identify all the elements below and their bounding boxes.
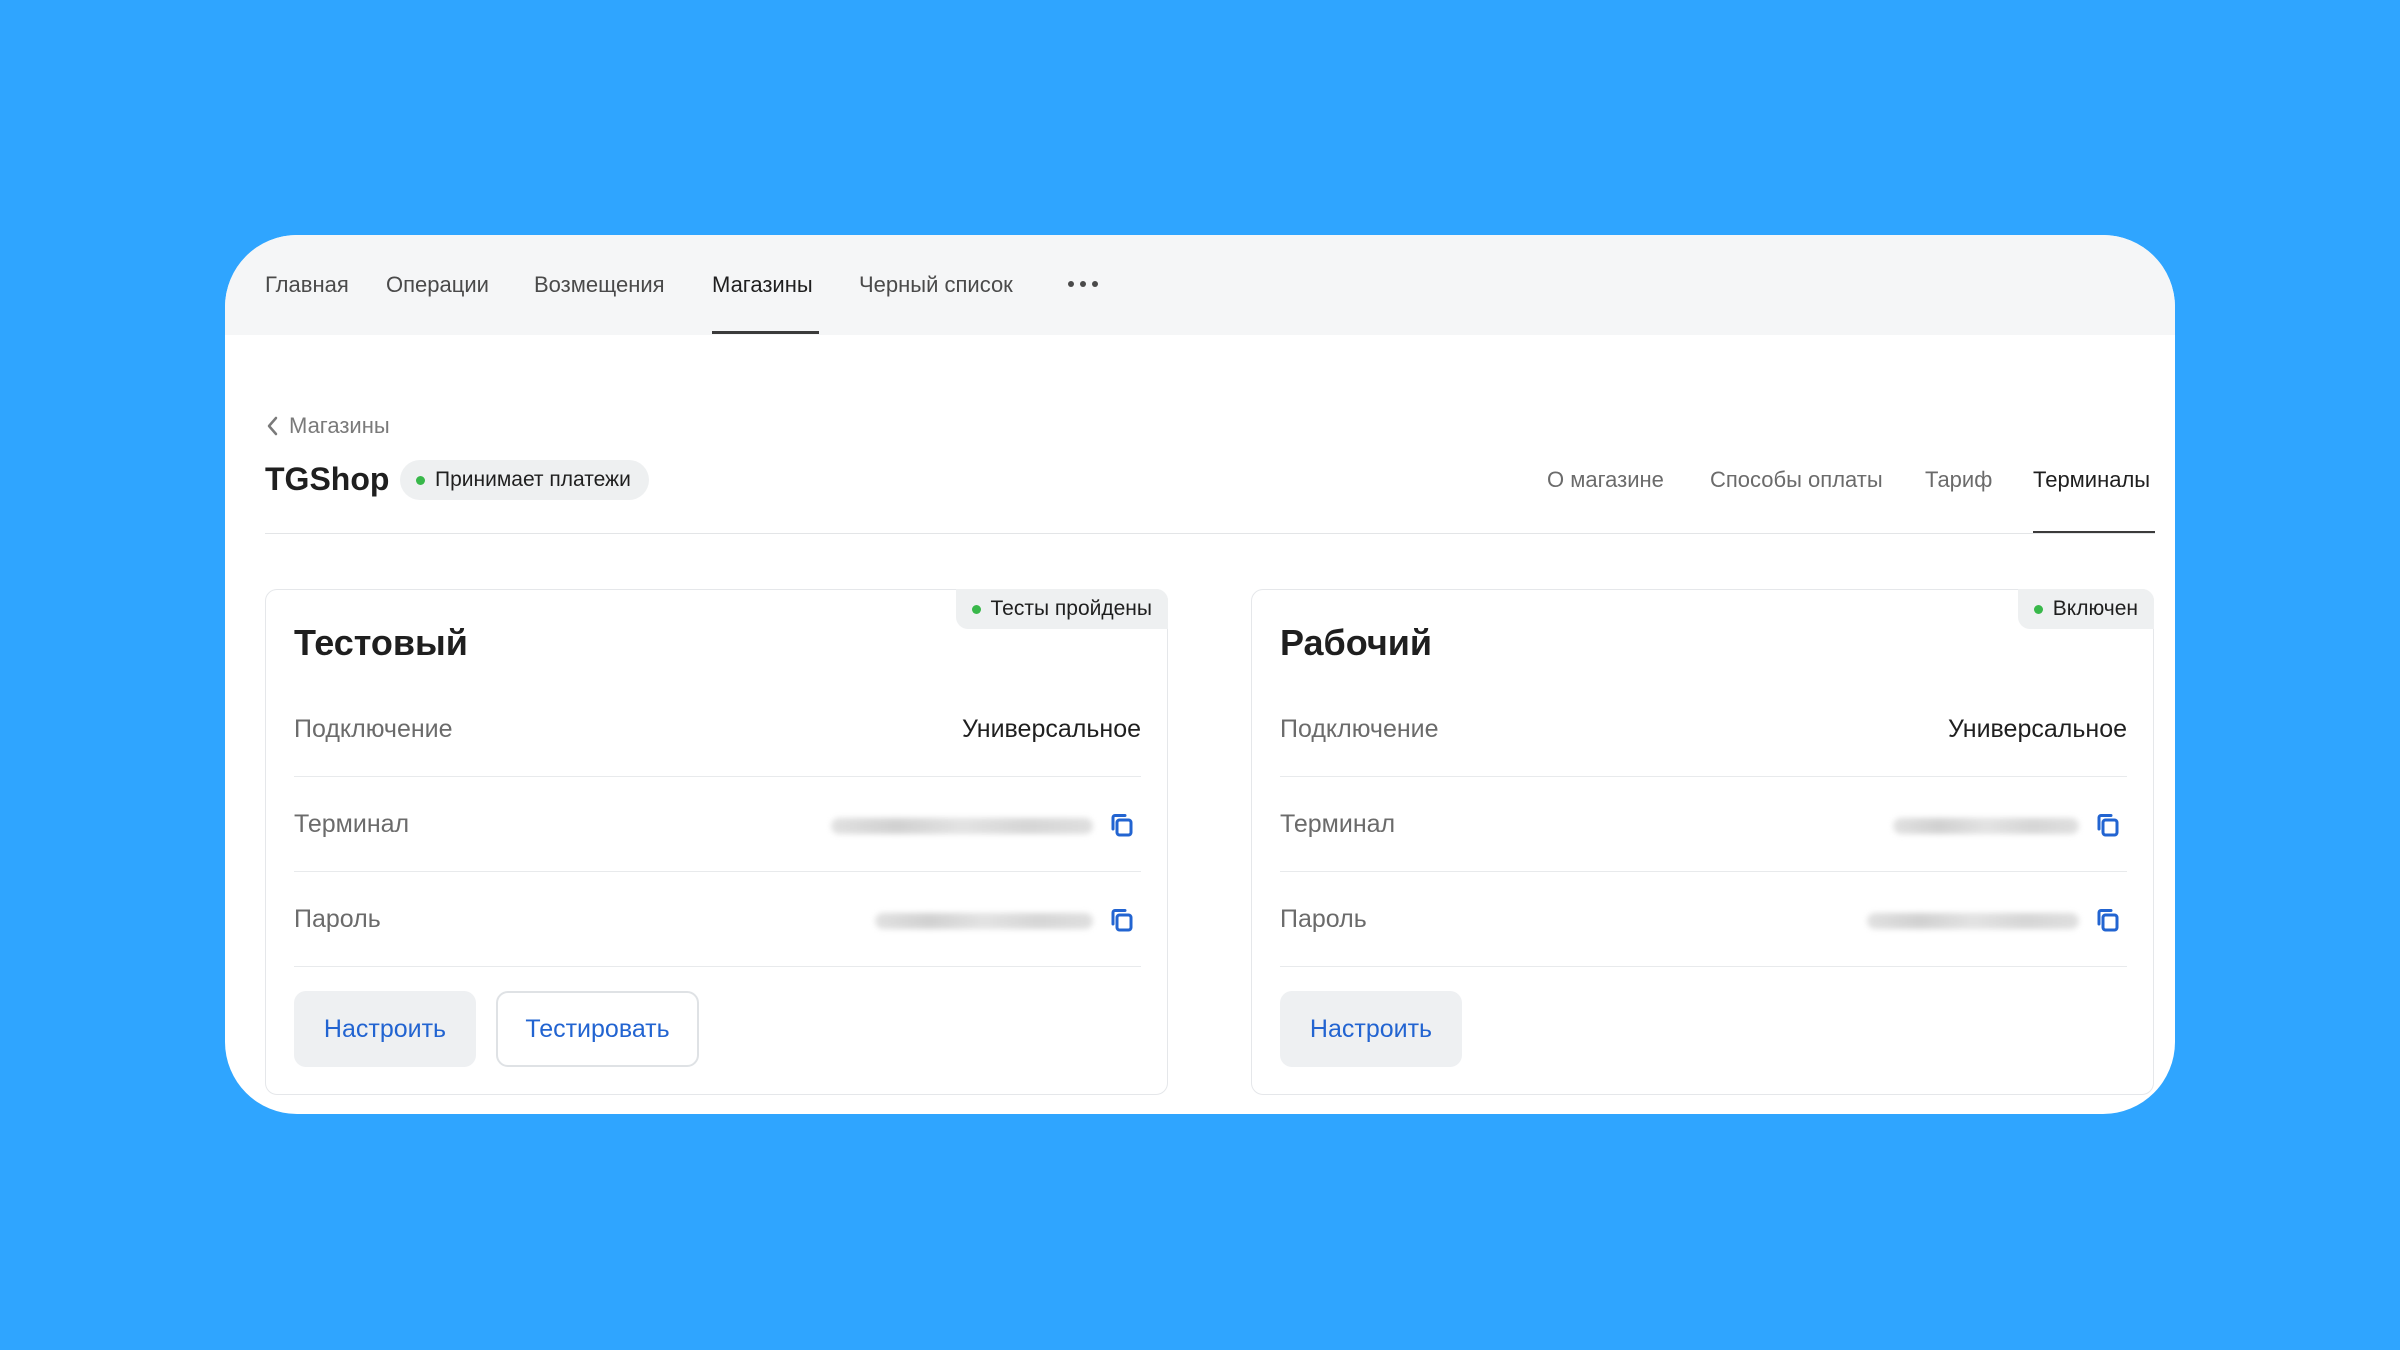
status-dot-icon: [971, 604, 981, 614]
row-connection: Подключение Универсальное: [1280, 683, 2127, 777]
terminal-card-test: Тесты пройдены Тестовый Подключение Унив…: [265, 589, 1168, 1095]
top-nav: Главная Операции Возмещения Магазины Чер…: [225, 235, 2175, 335]
masked-terminal-value: [831, 818, 1093, 834]
card-title: Тестовый: [294, 622, 468, 663]
masked-password-value: [875, 913, 1093, 929]
row-label: Подключение: [1280, 715, 1439, 743]
tab-tariff[interactable]: Тариф: [1925, 467, 1992, 493]
card-status-badge: Тесты пройдены: [955, 589, 1168, 629]
page-title: TGShop: [265, 461, 390, 497]
terminal-card-production: Включен Рабочий Подключение Универсально…: [1251, 589, 2154, 1095]
status-badge: Принимает платежи: [400, 460, 649, 500]
row-connection: Подключение Универсальное: [294, 683, 1141, 777]
status-badge-label: Принимает платежи: [435, 468, 631, 491]
card-status-label: Включен: [2052, 597, 2138, 620]
masked-password-value: [1867, 913, 2079, 929]
row-label: Пароль: [1280, 905, 1367, 933]
configure-button[interactable]: Настроить: [294, 991, 476, 1067]
row-value: Универсальное: [962, 715, 1141, 743]
row-label: Пароль: [294, 905, 381, 933]
nav-item-operations[interactable]: Операции: [386, 272, 489, 298]
masked-terminal-value: [1893, 818, 2079, 834]
copy-icon[interactable]: [2095, 907, 2121, 933]
tab-terminals[interactable]: Терминалы: [2033, 467, 2150, 493]
copy-icon[interactable]: [1109, 907, 1135, 933]
breadcrumb[interactable]: Магазины: [265, 413, 390, 439]
row-terminal: Терминал: [294, 778, 1141, 872]
test-button[interactable]: Тестировать: [496, 991, 699, 1067]
card-title: Рабочий: [1280, 622, 1433, 663]
app-window: Главная Операции Возмещения Магазины Чер…: [225, 235, 2175, 1114]
chevron-left-icon: [267, 416, 278, 436]
nav-item-main[interactable]: Главная: [265, 272, 349, 298]
row-label: Подключение: [294, 715, 453, 743]
nav-item-shops[interactable]: Магазины: [712, 272, 813, 298]
row-value: Универсальное: [1948, 715, 2127, 743]
status-dot-icon: [2033, 604, 2043, 614]
nav-item-blacklist[interactable]: Черный список: [859, 272, 1013, 298]
row-label: Терминал: [1280, 810, 1396, 838]
row-terminal: Терминал: [1280, 778, 2127, 872]
breadcrumb-label: Магазины: [289, 413, 390, 438]
card-status-badge: Включен: [2017, 589, 2154, 629]
card-status-label: Тесты пройдены: [990, 597, 1152, 620]
tab-about[interactable]: О магазине: [1547, 467, 1664, 493]
nav-item-refunds[interactable]: Возмещения: [534, 272, 665, 298]
row-label: Терминал: [294, 810, 410, 838]
divider: [265, 533, 2155, 534]
status-dot-icon: [416, 475, 425, 485]
more-horizontal-icon[interactable]: [1068, 279, 1102, 289]
row-password: Пароль: [294, 873, 1141, 967]
nav-active-underline: [712, 331, 819, 334]
copy-icon[interactable]: [1109, 812, 1135, 838]
tab-payment-methods[interactable]: Способы оплаты: [1710, 467, 1883, 493]
copy-icon[interactable]: [2095, 812, 2121, 838]
row-password: Пароль: [1280, 873, 2127, 967]
configure-button[interactable]: Настроить: [1280, 991, 1462, 1067]
